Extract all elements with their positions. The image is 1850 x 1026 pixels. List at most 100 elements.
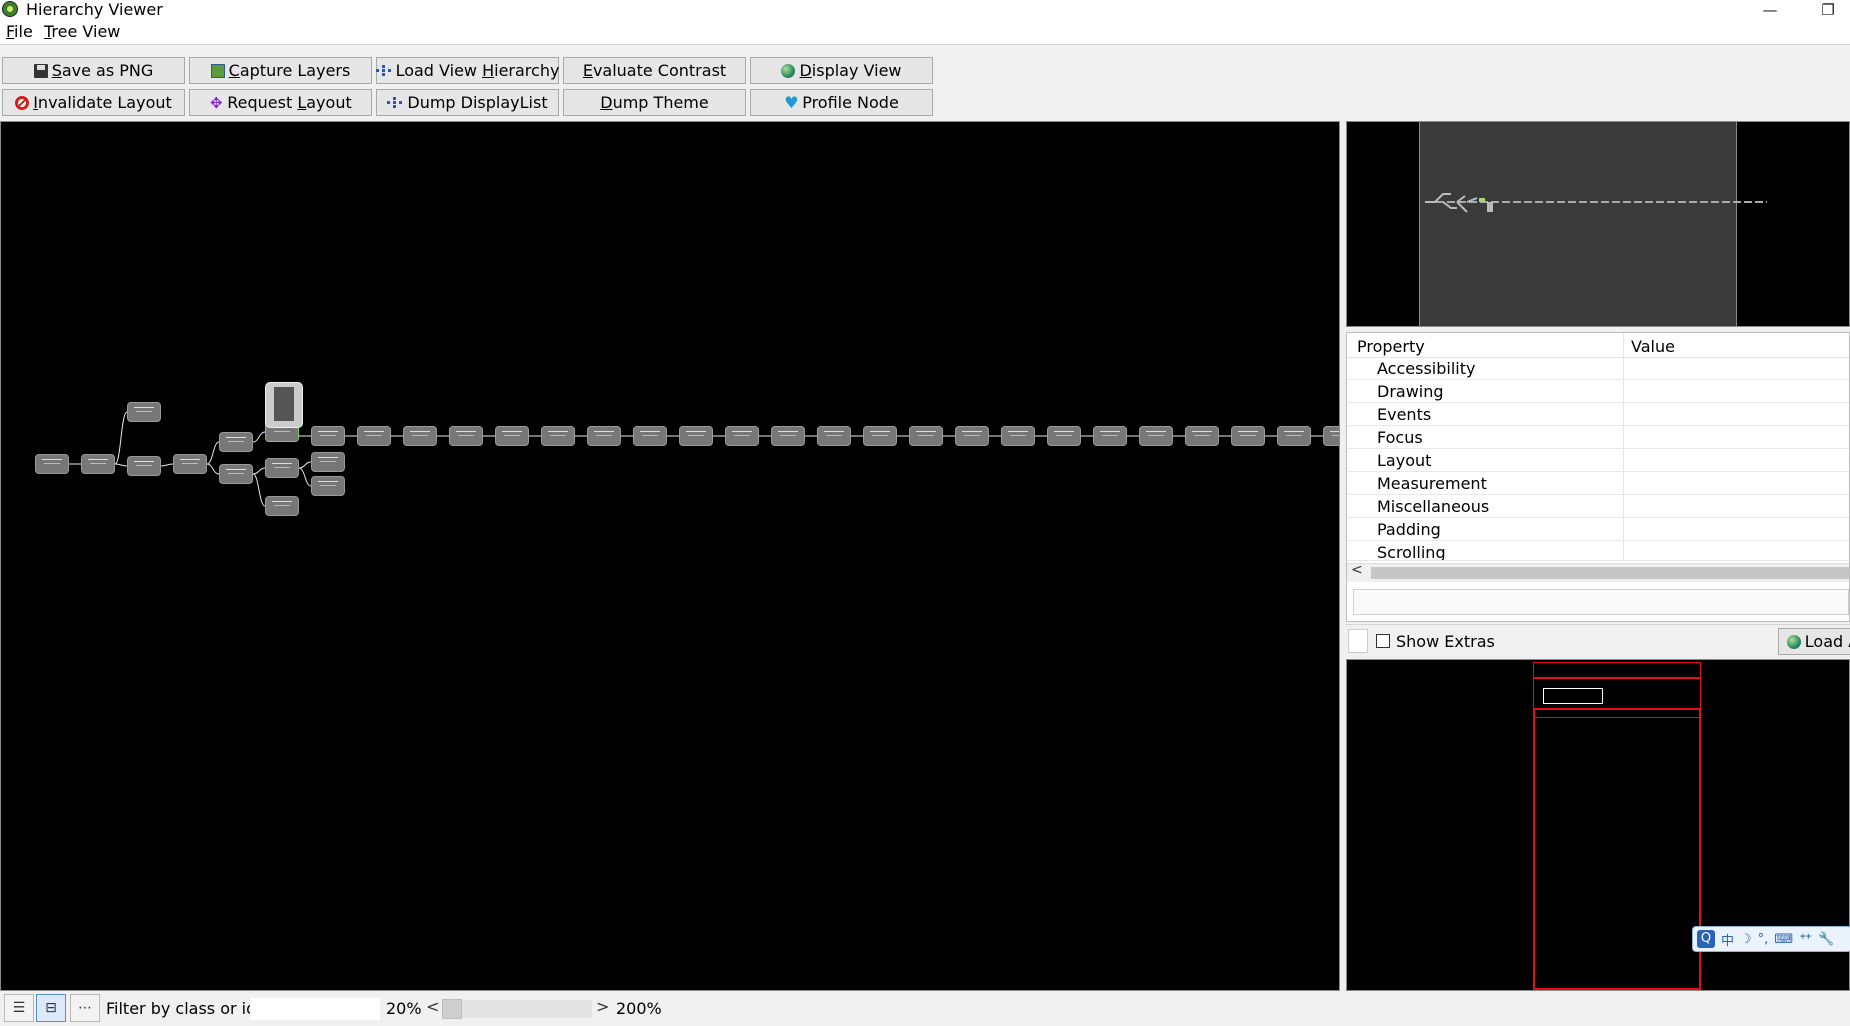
capture-layers-button[interactable]: Capture Layers [189,57,372,84]
filter-label: Filter by class or id: [106,999,262,1018]
tree-node[interactable] [587,426,621,446]
property-row-layout[interactable]: Layout [1347,449,1849,472]
menu-tree-view[interactable]: Tree View [44,22,120,42]
tree-node[interactable] [495,426,529,446]
stop-sign-icon [15,95,30,110]
show-extras-label: Show Extras [1396,632,1495,651]
toolbar: Save as PNG Capture Layers Load View Hie… [0,45,1850,119]
tree-node[interactable] [265,458,299,478]
tree-node[interactable] [449,426,483,446]
ime-chinese-toggle[interactable]: 中 [1721,930,1734,949]
ime-skin-icon[interactable]: ⺿ [1799,930,1812,949]
property-detail-field[interactable] [1353,589,1849,615]
tree-node[interactable] [173,454,207,474]
invalidate-layout-button[interactable]: Invalidate Layout [2,89,185,116]
color-swatch[interactable] [1348,629,1368,653]
heart-icon: ♥ [784,92,799,112]
property-row-drawing[interactable]: Drawing [1347,380,1849,403]
dump-displaylist-button[interactable]: Dump DisplayList [376,89,559,116]
tree-node[interactable] [1001,426,1035,446]
tree-node[interactable] [771,426,805,446]
ime-logo-icon[interactable]: Q [1697,930,1715,948]
tree-node[interactable] [541,426,575,446]
column-header-value[interactable]: Value [1631,337,1675,356]
property-table-hscrollbar[interactable]: < [1347,562,1849,582]
tree-node[interactable] [817,426,851,446]
split-view-mode-icon[interactable]: ⊟ [36,994,66,1022]
property-row-padding[interactable]: Padding [1347,518,1849,541]
tree-node[interactable] [1323,426,1339,446]
tree-node[interactable] [633,426,667,446]
load-view-hierarchy-button[interactable]: Load View Hierarchy [375,57,559,84]
zoom-slider-thumb[interactable] [442,999,462,1019]
tree-node[interactable] [1047,426,1081,446]
property-table[interactable]: Property Value Accessibility Drawing Eve… [1346,332,1850,622]
selected-node-preview[interactable] [265,382,303,428]
display-view-button[interactable]: Display View [750,57,933,84]
tree-hierarchy-icon [375,64,392,78]
tree-node[interactable] [1093,426,1127,446]
restore-button[interactable]: ❐ [1808,0,1848,20]
minimize-button[interactable]: — [1750,0,1790,20]
tree-node[interactable] [311,452,345,472]
dump-theme-button[interactable]: Dump Theme [563,89,746,116]
menu-bar: File Tree View [0,20,1850,45]
punctuation-icon[interactable]: °, [1758,932,1769,947]
tree-node[interactable] [219,432,253,452]
tree-node[interactable] [265,496,299,516]
move-arrows-icon: ✥ [209,93,223,112]
property-row-events[interactable]: Events [1347,403,1849,426]
filter-input[interactable] [250,998,380,1020]
tree-node[interactable] [725,426,759,446]
tree-hierarchy-icon [387,96,403,110]
hierarchy-graph[interactable] [1,122,1339,990]
tree-node[interactable] [909,426,943,446]
zoom-increase-arrow[interactable]: > [596,997,609,1016]
property-row-measurement[interactable]: Measurement [1347,472,1849,495]
tree-node[interactable] [311,426,345,446]
load-all-views-button[interactable]: Load A [1778,628,1850,655]
tree-node[interactable] [403,426,437,446]
hscroll-thumb[interactable] [1371,567,1849,579]
tree-node[interactable] [81,454,115,474]
preview-statusbar-outline [1533,662,1701,678]
tree-view-mode-icon[interactable]: ☰ [4,994,34,1022]
view-hierarchy-canvas[interactable] [0,121,1340,991]
tree-node[interactable] [127,402,161,422]
keyboard-icon[interactable]: ⌨ [1774,932,1793,947]
tree-node[interactable] [1231,426,1265,446]
overview-minimap[interactable] [1346,121,1850,327]
tree-node[interactable] [1277,426,1311,446]
evaluate-contrast-button[interactable]: Evaluate Contrast [563,57,746,84]
tree-node[interactable] [219,464,253,484]
ime-toolbar[interactable]: Q 中 ☽ °, ⌨ ⺿ 🔧 [1692,926,1850,952]
zoom-slider-track[interactable] [442,1000,592,1018]
node-thumbnail [274,387,294,421]
tree-node[interactable] [1139,426,1173,446]
tree-node[interactable] [357,426,391,446]
show-extras-checkbox[interactable] [1376,634,1390,648]
wrench-icon[interactable]: 🔧 [1818,932,1834,947]
request-layout-button[interactable]: ✥ Request Layout [189,89,372,116]
app-icon [2,1,18,17]
tree-node[interactable] [1185,426,1219,446]
moon-icon[interactable]: ☽ [1740,932,1752,947]
tree-node[interactable] [127,456,161,476]
save-as-png-button[interactable]: Save as PNG [2,57,185,84]
tree-node[interactable] [35,454,69,474]
grid-view-mode-icon[interactable]: ⋯ [70,994,100,1022]
preview-title-outline [1543,688,1603,704]
property-row-focus[interactable]: Focus [1347,426,1849,449]
zoom-decrease-arrow[interactable]: < [426,997,439,1016]
property-row-miscellaneous[interactable]: Miscellaneous [1347,495,1849,518]
tree-node[interactable] [679,426,713,446]
tree-node[interactable] [955,426,989,446]
tree-node[interactable] [311,476,345,496]
column-header-property[interactable]: Property [1357,337,1425,356]
tree-node[interactable] [863,426,897,446]
scroll-left-arrow[interactable]: < [1351,562,1363,578]
property-row-accessibility[interactable]: Accessibility [1347,357,1849,380]
profile-node-button[interactable]: ♥ Profile Node [750,89,933,116]
property-row-scrolling[interactable]: Scrolling [1347,541,1849,561]
menu-file[interactable]: File [6,22,33,42]
